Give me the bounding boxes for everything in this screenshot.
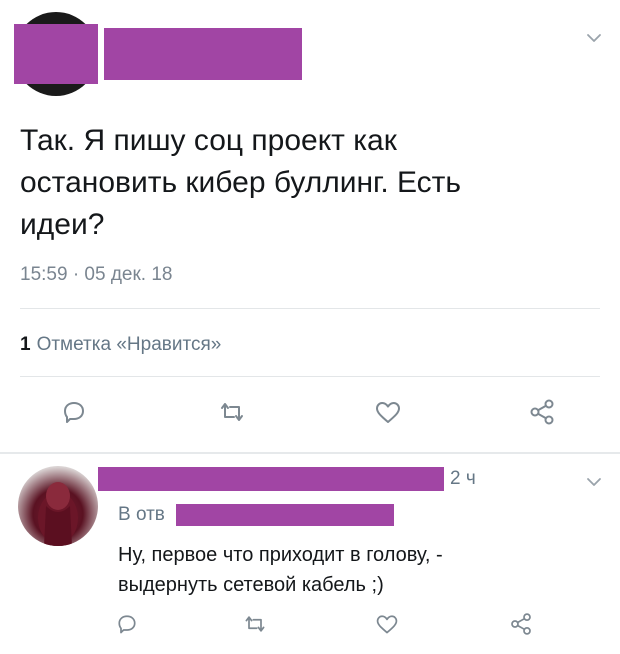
reply-text: Ну, первое что приходит в голову, - выде… [118,544,443,596]
reply-author-name-redaction [98,467,444,491]
chevron-down-icon[interactable] [584,472,604,496]
divider [20,376,600,377]
tweet-text: Так. Я пишу соц проект как остановить ки… [20,124,462,241]
retweet-icon[interactable] [217,398,247,431]
reply-to-label: В отв [118,504,165,525]
reply-to-handle-redaction [176,504,394,526]
retweet-icon[interactable] [242,612,268,641]
divider [20,308,600,309]
share-icon[interactable] [527,398,557,431]
likes-summary[interactable]: 1 Отметка «Нравится» [20,334,221,356]
like-icon[interactable] [373,398,403,431]
like-icon[interactable] [374,612,400,641]
reply-time[interactable]: 2 ч [450,468,476,490]
tweet-timestamp[interactable]: 15:59 · 05 дек. 18 [20,264,173,286]
author-name-redaction [104,28,302,80]
reply-icon[interactable] [115,612,139,641]
likes-count: 1 [20,334,31,355]
share-icon[interactable] [508,612,534,641]
avatar-redaction [14,24,98,84]
reply-author-avatar[interactable] [18,466,98,546]
chevron-down-icon[interactable] [584,28,604,52]
section-divider [0,452,620,454]
likes-label: Отметка «Нравится» [36,334,222,355]
reply-icon[interactable] [60,398,88,431]
